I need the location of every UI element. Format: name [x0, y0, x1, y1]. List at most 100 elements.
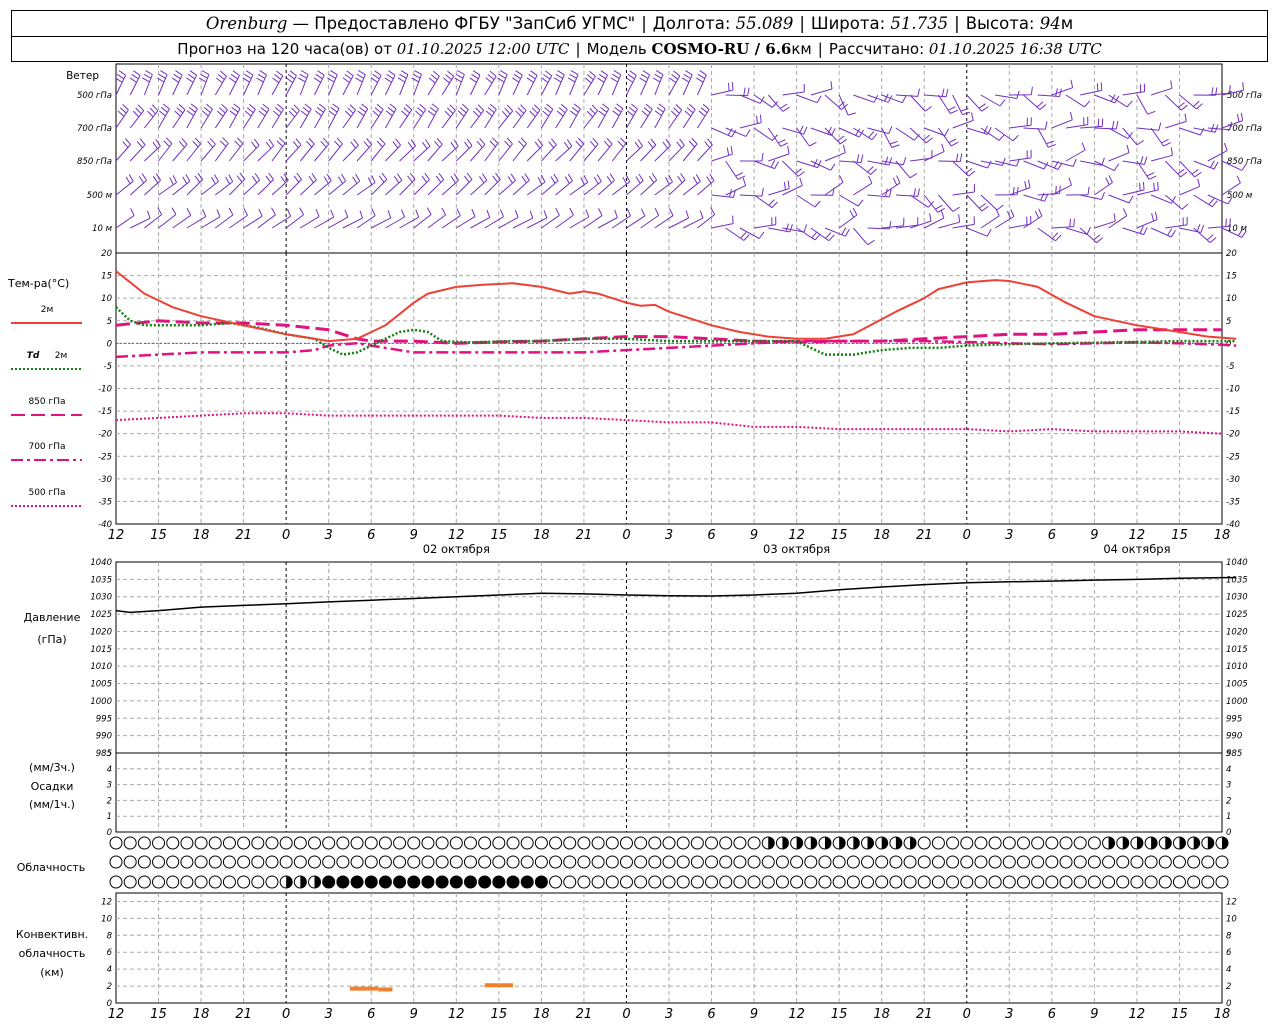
cloud-symbol — [903, 875, 917, 889]
precip-panel-frame — [115, 752, 1223, 833]
cloud-symbol — [478, 855, 492, 869]
wind-barb — [583, 174, 602, 196]
wind-barb — [198, 70, 210, 96]
cloud-fill — [839, 837, 846, 849]
wind-barb — [129, 104, 145, 129]
x-tick-label-bottom: 12 — [788, 1007, 805, 1022]
cloud-symbol — [591, 855, 605, 869]
cloud-symbol — [152, 875, 166, 889]
cloud-symbol — [634, 855, 648, 869]
cloud-fill — [810, 837, 817, 849]
cloud-fill — [393, 876, 406, 888]
cloud-symbol — [960, 836, 974, 850]
cloud-symbol — [378, 855, 392, 869]
temperature-tick-right: -15 — [1226, 407, 1240, 417]
cloud-symbol — [1130, 875, 1144, 889]
cloud-symbol — [1144, 875, 1158, 889]
temperature-tick-right: -5 — [1226, 362, 1234, 372]
wind-barb — [1207, 142, 1228, 162]
cloud-symbol — [1116, 855, 1130, 869]
wind-barb — [200, 137, 216, 162]
wind-barb — [1037, 185, 1061, 196]
cloud-symbol — [605, 855, 619, 869]
cloud-symbol — [435, 836, 449, 850]
wind-barb — [938, 214, 961, 229]
cloud-symbol — [662, 836, 676, 850]
wind-barb — [214, 137, 229, 162]
wind-barb — [597, 70, 608, 96]
cloud-symbol — [1130, 855, 1144, 869]
temperature-tick-left: -10 — [98, 385, 112, 395]
cloud-symbol — [279, 855, 293, 869]
wind-barb — [370, 137, 386, 162]
cloud-symbol — [861, 875, 875, 889]
wind-barb — [1080, 191, 1105, 200]
cloud-symbol — [1116, 875, 1130, 889]
wind-barb — [172, 207, 192, 229]
cloud-symbol — [137, 875, 151, 889]
cloud-symbol — [591, 875, 605, 889]
wind-barb — [796, 94, 822, 104]
cloud-symbol — [1201, 875, 1215, 889]
wind-barb — [115, 70, 127, 96]
x-tick-label: 12 — [108, 528, 125, 543]
precip-tick-right: 5 — [1226, 749, 1231, 759]
wind-barb — [980, 194, 1004, 211]
wind-barb — [1065, 116, 1089, 129]
wind-barb — [200, 174, 219, 196]
cloud-symbol — [166, 875, 180, 889]
temperature-tick-right: 10 — [1226, 294, 1237, 304]
wind-barb — [214, 70, 227, 96]
cloud-fill — [492, 876, 505, 888]
wind-barb — [668, 138, 685, 162]
wind-barb — [172, 137, 188, 162]
cloud-symbol — [1073, 836, 1087, 850]
cloud-symbol — [619, 855, 633, 869]
wind-barb — [1051, 177, 1072, 196]
wind-barb — [1179, 178, 1201, 196]
wind-barb — [668, 173, 686, 196]
wind-barb — [895, 127, 920, 141]
wind-barb — [384, 70, 396, 96]
pressure-tick-right: 1005 — [1226, 680, 1248, 690]
legend-sublabel-td2m: 2м — [55, 351, 68, 361]
wind-barb — [1009, 117, 1032, 129]
x-tick-label: 12 — [788, 528, 805, 543]
temperature-tick-left: -15 — [98, 407, 112, 417]
wind-barb — [768, 145, 790, 162]
cloud-symbol — [917, 836, 931, 850]
wind-barb — [1065, 142, 1086, 162]
cloud-symbol — [605, 836, 619, 850]
wind-barb — [754, 216, 777, 229]
wind-level-label-left: 500 м — [87, 191, 113, 201]
wind-barb — [1009, 86, 1033, 96]
cloud-fill — [853, 837, 860, 849]
x-tick-label: 21 — [235, 528, 252, 543]
cloud-symbol — [435, 855, 449, 869]
wind-barb — [441, 104, 456, 129]
wind-barb — [1165, 113, 1187, 129]
wind-barb — [1080, 82, 1103, 96]
cloud-fill — [407, 876, 420, 888]
wind-barb — [1037, 227, 1062, 242]
wind-barb — [696, 103, 710, 129]
wind-barb — [952, 216, 975, 229]
pressure-tick-left: 1025 — [90, 610, 112, 620]
temperature-tick-right: -25 — [1226, 452, 1240, 462]
pressure-tick-right: 1040 — [1226, 558, 1248, 568]
wind-barb — [285, 138, 302, 162]
wind-barb — [512, 137, 527, 162]
cloud-fill — [1207, 837, 1214, 849]
pressure-tick-left: 1000 — [90, 697, 112, 707]
temperature-ylabel: Тем-ра(°С) — [7, 277, 69, 290]
x-tick-label-bottom: 9 — [750, 1007, 758, 1022]
cloud-symbol — [1172, 855, 1186, 869]
wind-barb — [129, 138, 146, 162]
wind-barb — [909, 194, 935, 208]
cloud-symbol — [237, 836, 251, 850]
wind-barb — [739, 153, 764, 162]
x-tick-label-bottom: 18 — [533, 1007, 550, 1022]
cloud-symbol — [733, 875, 747, 889]
wind-barb — [640, 103, 653, 129]
wind-barb — [526, 138, 544, 162]
